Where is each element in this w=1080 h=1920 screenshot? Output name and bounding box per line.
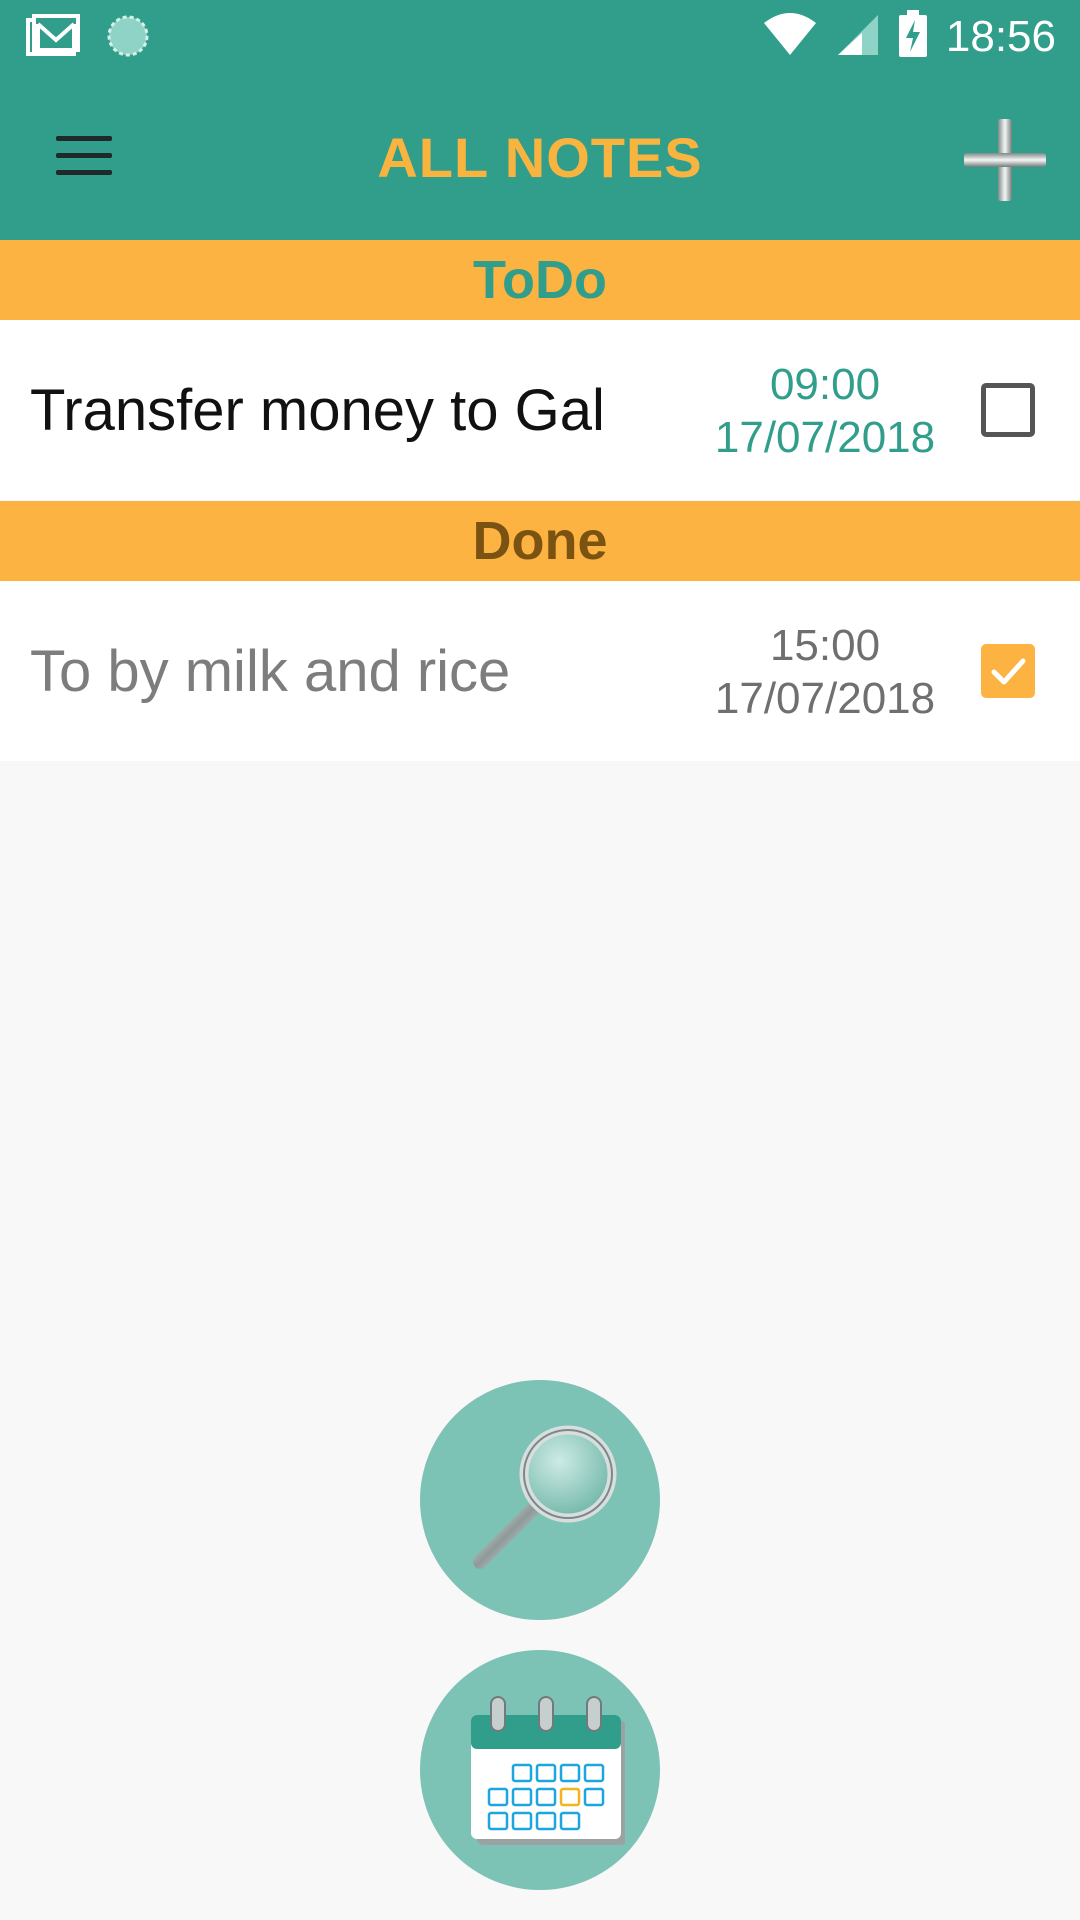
status-bar: 18:56 bbox=[0, 0, 1080, 75]
section-header-done: Done bbox=[0, 501, 1080, 581]
calendar-icon bbox=[471, 1696, 625, 1845]
add-note-button[interactable] bbox=[960, 115, 1050, 205]
gmail-icon bbox=[26, 14, 80, 63]
list-item[interactable]: Transfer money to Gal 09:00 17/07/2018 bbox=[0, 320, 1080, 500]
list-item[interactable]: To by milk and rice 15:00 17/07/2018 bbox=[0, 581, 1080, 761]
check-icon bbox=[991, 658, 1026, 685]
wifi-icon bbox=[762, 11, 818, 62]
search-button[interactable] bbox=[420, 1380, 660, 1620]
magnifier-icon bbox=[473, 1425, 617, 1569]
note-date: 17/07/2018 bbox=[714, 413, 936, 462]
note-time: 09:00 bbox=[769, 360, 881, 409]
note-title: To by milk and rice bbox=[30, 638, 511, 704]
signal-icon bbox=[836, 11, 880, 62]
app-bar: ALL NOTES bbox=[0, 75, 1080, 240]
sync-icon bbox=[106, 14, 150, 63]
note-datetime: 15:00 17/07/2018 bbox=[690, 619, 960, 725]
note-datetime: 09:00 17/07/2018 bbox=[690, 358, 960, 464]
calendar-button[interactable] bbox=[420, 1650, 660, 1890]
status-time: 18:56 bbox=[945, 11, 1056, 61]
plus-icon bbox=[964, 119, 1046, 201]
note-date: 17/07/2018 bbox=[714, 674, 936, 723]
note-checkbox[interactable] bbox=[981, 644, 1035, 698]
hamburger-menu-icon[interactable] bbox=[40, 120, 130, 190]
page-title: ALL NOTES bbox=[377, 126, 703, 189]
note-checkbox[interactable] bbox=[981, 383, 1035, 437]
battery-charging-icon bbox=[898, 10, 928, 63]
note-title: Transfer money to Gal bbox=[30, 377, 605, 443]
section-header-todo: ToDo bbox=[0, 240, 1080, 320]
note-time: 15:00 bbox=[769, 621, 881, 670]
